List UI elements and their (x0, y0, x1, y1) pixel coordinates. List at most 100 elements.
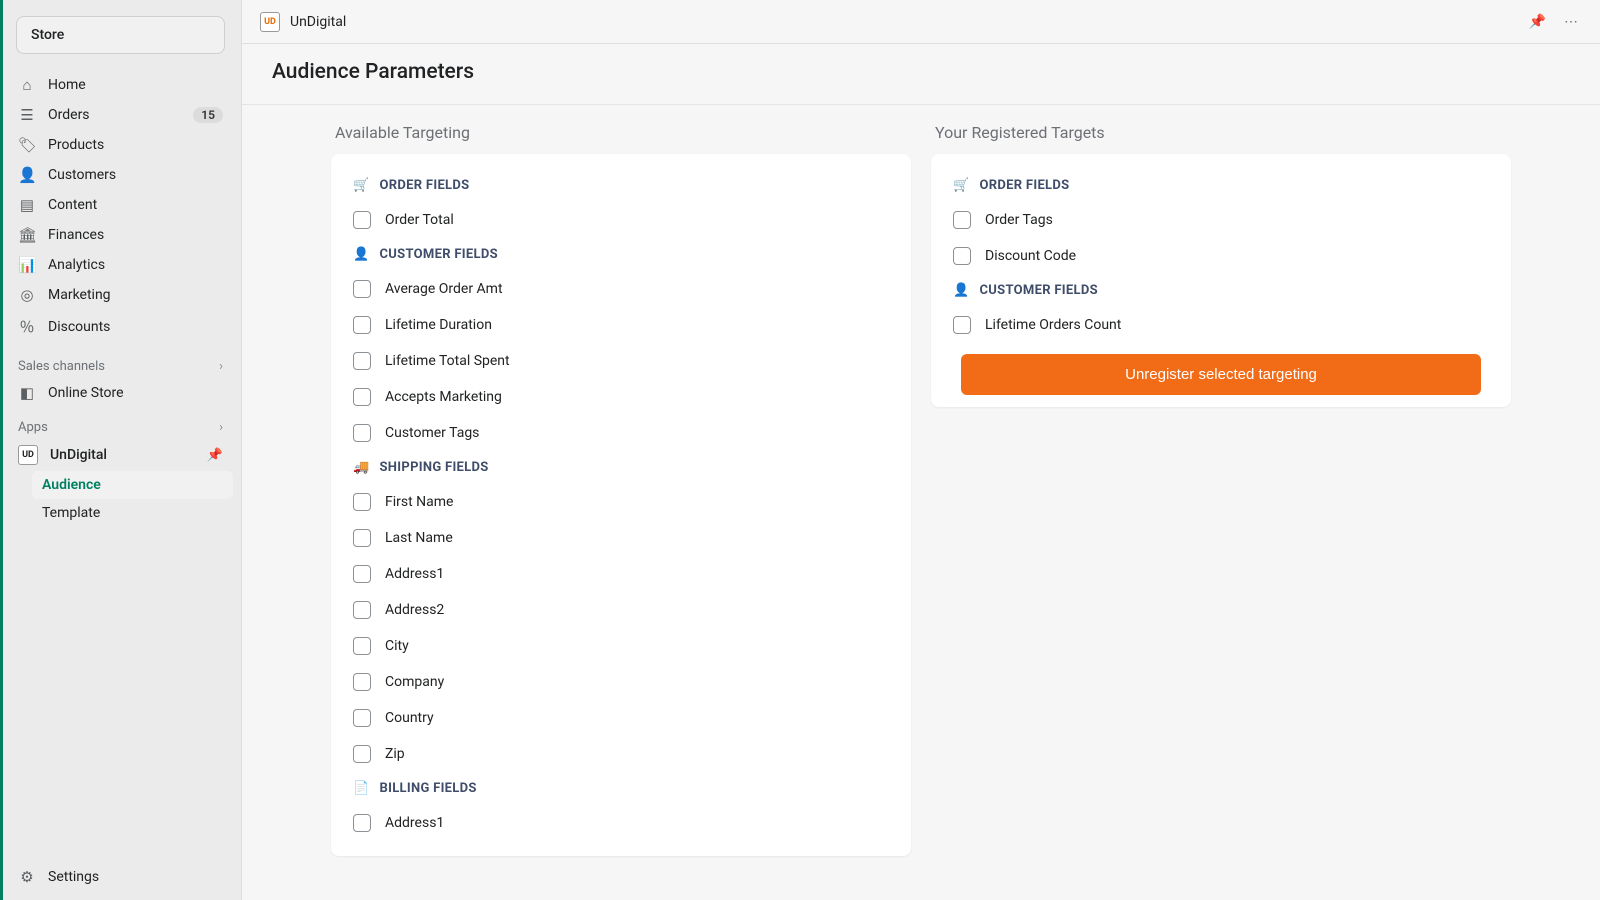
sidebar-item-marketing[interactable]: ◎Marketing (8, 280, 233, 310)
target-option-label: Lifetime Orders Count (985, 317, 1121, 333)
group-icon: 🚚 (353, 460, 370, 475)
target-option[interactable]: Lifetime Duration (353, 310, 889, 346)
checkbox[interactable] (353, 565, 371, 583)
sidebar-item-label: Settings (48, 869, 99, 885)
checkbox[interactable] (953, 247, 971, 265)
checkbox[interactable] (353, 211, 371, 229)
target-option[interactable]: City (353, 631, 889, 667)
checkbox[interactable] (353, 424, 371, 442)
target-option-label: Address1 (385, 566, 444, 582)
checkbox[interactable] (953, 316, 971, 334)
sidebar: Store ⌂Home ☰ Orders 15 🏷Products👤Customers▤… (0, 0, 242, 900)
field-group-header: 📄 BILLING FIELDS (353, 781, 889, 796)
sidebar-item-label: Orders (48, 107, 181, 123)
sidebar-item-products[interactable]: 🏷Products (8, 130, 233, 160)
field-group-header: 🚚 SHIPPING FIELDS (353, 460, 889, 475)
target-option-label: Order Tags (985, 212, 1053, 228)
target-option[interactable]: Average Order Amt (353, 274, 889, 310)
checkbox[interactable] (353, 316, 371, 334)
pin-icon[interactable]: 📌 (1525, 10, 1550, 34)
available-targeting-title: Available Targeting (331, 123, 911, 142)
nav-icon: ☰ (18, 106, 36, 124)
group-icon: 👤 (953, 283, 970, 298)
checkbox[interactable] (953, 211, 971, 229)
topbar-app-name: UnDigital (290, 14, 346, 30)
pin-icon[interactable]: 📌 (207, 448, 223, 463)
target-option[interactable]: Order Total (353, 205, 889, 241)
more-icon[interactable]: ⋯ (1560, 10, 1582, 34)
group-label-text: CUSTOMER FIELDS (380, 247, 498, 262)
checkbox[interactable] (353, 601, 371, 619)
checkbox[interactable] (353, 673, 371, 691)
sidebar-item-home[interactable]: ⌂Home (8, 70, 233, 100)
target-option[interactable]: Discount Code (953, 241, 1489, 277)
target-option[interactable]: Order Tags (953, 205, 1489, 241)
sidebar-active-indicator (0, 0, 3, 900)
group-label-text: ORDER FIELDS (380, 178, 470, 193)
page-title: Audience Parameters (272, 60, 1570, 84)
nav-icon: ％ (18, 316, 36, 337)
target-option[interactable]: Address2 (353, 595, 889, 631)
field-group-header: 👤CUSTOMER FIELDS (353, 247, 889, 262)
target-option[interactable]: Company (353, 667, 889, 703)
target-option[interactable]: Country (353, 703, 889, 739)
target-option[interactable]: Address1 (353, 559, 889, 595)
group-label-text: SHIPPING FIELDS (380, 460, 489, 475)
sales-channels-header: Sales channels (18, 359, 105, 374)
checkbox[interactable] (353, 280, 371, 298)
sidebar-item-content[interactable]: ▤Content (8, 190, 233, 220)
sidebar-item-label: Content (48, 197, 223, 213)
chevron-right-icon[interactable]: › (219, 359, 223, 374)
sidebar-item-settings[interactable]: ⚙ Settings (0, 854, 241, 900)
sidebar-item-finances[interactable]: 🏛Finances (8, 220, 233, 250)
target-option[interactable]: First Name (353, 487, 889, 523)
checkbox[interactable] (353, 388, 371, 406)
checkbox[interactable] (353, 352, 371, 370)
target-option[interactable]: Zip (353, 739, 889, 775)
checkbox[interactable] (353, 637, 371, 655)
checkbox[interactable] (353, 493, 371, 511)
store-selector[interactable]: Store (16, 16, 225, 54)
main-area: UD UnDigital 📌 ⋯ Audience Parameters Ava… (242, 0, 1600, 900)
unregister-button[interactable]: Unregister selected targeting (961, 354, 1481, 395)
subnav-item-audience[interactable]: Audience (32, 471, 233, 499)
checkbox[interactable] (353, 709, 371, 727)
sidebar-item-label: Online Store (48, 385, 223, 401)
sidebar-item-customers[interactable]: 👤Customers (8, 160, 233, 190)
target-option[interactable]: Last Name (353, 523, 889, 559)
target-option-label: Company (385, 674, 444, 690)
sidebar-item-orders[interactable]: ☰ Orders 15 (8, 100, 233, 130)
chevron-right-icon[interactable]: › (219, 420, 223, 435)
target-option[interactable]: Address1 (353, 808, 889, 844)
sidebar-item-discounts[interactable]: ％Discounts (8, 310, 233, 343)
sidebar-item-analytics[interactable]: 📊Analytics (8, 250, 233, 280)
checkbox[interactable] (353, 814, 371, 832)
group-icon: 🛒 (353, 178, 370, 193)
target-option-label: Zip (385, 746, 405, 762)
field-group-header: 🛒 ORDER FIELDS (353, 178, 889, 193)
sidebar-item-online-store[interactable]: ◧ Online Store (8, 378, 233, 408)
target-option-label: Address1 (385, 815, 444, 831)
sidebar-app-undigital[interactable]: UD UnDigital 📌 (8, 439, 233, 471)
target-option[interactable]: Customer Tags (353, 418, 889, 454)
target-option[interactable]: Accepts Marketing (353, 382, 889, 418)
target-option-label: City (385, 638, 409, 654)
checkbox[interactable] (353, 529, 371, 547)
store-icon: ◧ (18, 384, 36, 402)
group-label-text: BILLING FIELDS (380, 781, 477, 796)
target-option-label: Address2 (385, 602, 444, 618)
registered-targets-title: Your Registered Targets (931, 123, 1511, 142)
group-label-text: CUSTOMER FIELDS (980, 283, 1098, 298)
undigital-app-icon: UD (260, 12, 280, 32)
checkbox[interactable] (353, 745, 371, 763)
group-icon: 📄 (353, 781, 370, 796)
nav-icon: ◎ (18, 286, 36, 304)
group-icon: 🛒 (953, 178, 970, 193)
nav-badge: 15 (193, 107, 223, 123)
target-option-label: Discount Code (985, 248, 1076, 264)
undigital-app-icon: UD (18, 445, 38, 465)
subnav-item-template[interactable]: Template (32, 499, 233, 527)
target-option[interactable]: Lifetime Orders Count (953, 310, 1489, 346)
gear-icon: ⚙ (18, 868, 36, 886)
target-option[interactable]: Lifetime Total Spent (353, 346, 889, 382)
